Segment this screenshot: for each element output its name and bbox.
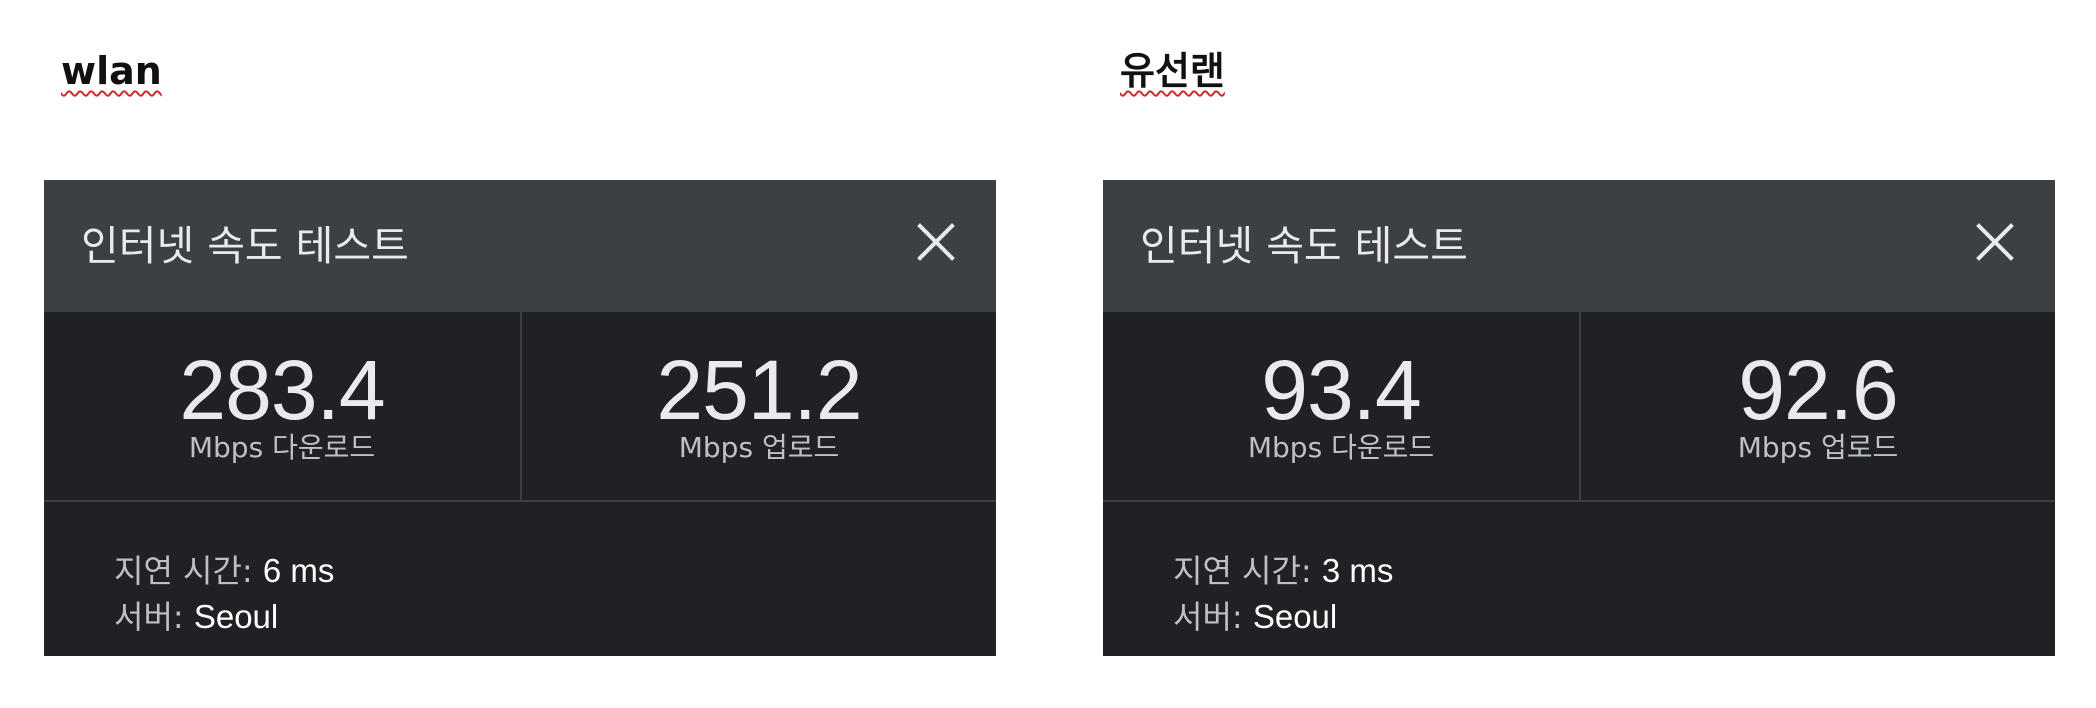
close-button[interactable] [906, 212, 966, 272]
upload-metric: 251.2 Mbps 업로드 [520, 312, 996, 501]
latency-label: 지연 시간: [114, 552, 253, 590]
speed-metrics: 283.4 Mbps 다운로드 251.2 Mbps 업로드 [44, 312, 996, 501]
latency-label: 지연 시간: [1173, 552, 1312, 590]
latency-row: 지연 시간: 3 ms [1173, 548, 1393, 594]
server-row: 서버: Seoul [114, 594, 334, 640]
server-value: Seoul [193, 598, 279, 635]
widget-header: 인터넷 속도 테스트 [44, 180, 996, 312]
speed-metrics: 93.4 Mbps 다운로드 92.6 Mbps 업로드 [1103, 312, 2055, 501]
download-label: Mbps 다운로드 [1247, 431, 1435, 464]
download-metric: 93.4 Mbps 다운로드 [1103, 312, 1579, 501]
server-label: 서버: [1173, 598, 1243, 636]
download-value: 283.4 [179, 343, 385, 437]
section-title-wired-lan: 유선랜 [1120, 49, 1225, 93]
download-metric: 283.4 Mbps 다운로드 [44, 312, 520, 501]
close-icon [1976, 223, 2014, 261]
upload-metric: 92.6 Mbps 업로드 [1579, 312, 2055, 501]
server-row: 서버: Seoul [1173, 594, 1393, 640]
wlan-section: wlan 인터넷 속도 테스트 283.4 Mbps 다운로드 251.2 Mb… [44, 0, 996, 708]
speed-test-widget-wlan: 인터넷 속도 테스트 283.4 Mbps 다운로드 251.2 Mbps 업로… [44, 180, 996, 656]
download-label: Mbps 다운로드 [188, 431, 376, 464]
details: 지연 시간: 3 ms 서버: Seoul [1173, 548, 1393, 640]
upload-value: 251.2 [656, 343, 862, 437]
download-value: 93.4 [1261, 343, 1422, 437]
latency-value: 6 ms [262, 552, 335, 589]
close-button[interactable] [1965, 212, 2025, 272]
divider [44, 500, 996, 502]
widget-title: 인터넷 속도 테스트 [1140, 222, 1468, 270]
details: 지연 시간: 6 ms 서버: Seoul [114, 548, 334, 640]
speed-test-widget-wired: 인터넷 속도 테스트 93.4 Mbps 다운로드 92.6 Mbps 업로드 … [1103, 180, 2055, 656]
upload-label: Mbps 업로드 [1737, 431, 1899, 464]
upload-value: 92.6 [1738, 343, 1899, 437]
upload-label: Mbps 업로드 [678, 431, 840, 464]
latency-row: 지연 시간: 6 ms [114, 548, 334, 594]
close-icon [917, 223, 955, 261]
server-value: Seoul [1252, 598, 1338, 635]
widget-title: 인터넷 속도 테스트 [81, 222, 409, 270]
divider [1103, 500, 2055, 502]
widget-header: 인터넷 속도 테스트 [1103, 180, 2055, 312]
latency-value: 3 ms [1321, 552, 1394, 589]
section-title-wlan: wlan [61, 49, 162, 93]
server-label: 서버: [114, 598, 184, 636]
wired-lan-section: 유선랜 인터넷 속도 테스트 93.4 Mbps 다운로드 92.6 Mbps … [1103, 0, 2055, 708]
